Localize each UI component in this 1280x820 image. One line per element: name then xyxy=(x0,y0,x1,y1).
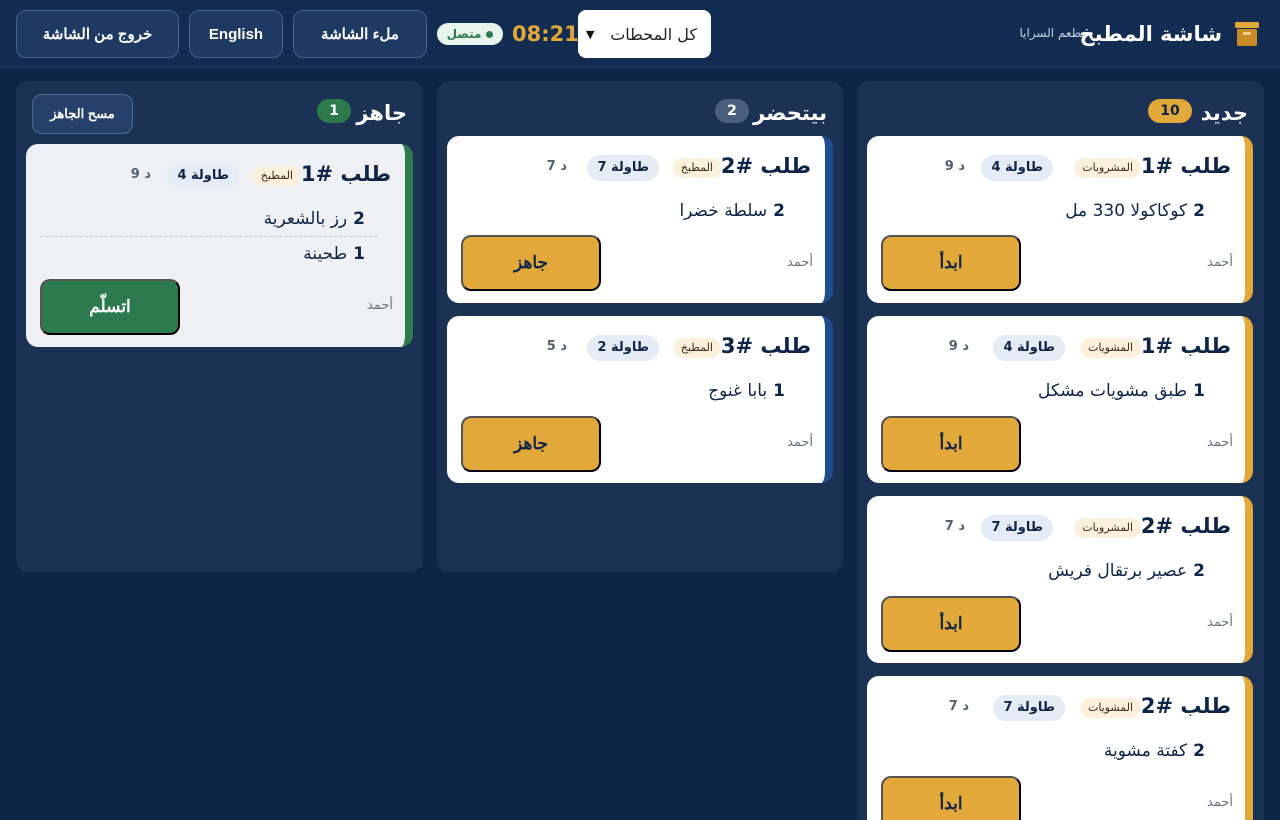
item-qty: 2 xyxy=(1193,741,1205,761)
start-button[interactable]: ابدأ xyxy=(881,235,1021,291)
table-tag: طاولة 7 xyxy=(993,695,1065,721)
table-tag: طاولة 2 xyxy=(587,335,659,361)
item-name: عصير برتقال فريش xyxy=(1048,561,1188,581)
staff-name: أحمد xyxy=(1207,435,1233,450)
item-name: كفتة مشوية xyxy=(1103,741,1188,761)
exit-screen-button[interactable]: خروج من الشاشة xyxy=(16,10,179,58)
order-item: 2كوكاكولا 330 مل xyxy=(1065,199,1205,223)
staff-name: أحمد xyxy=(787,255,813,270)
order-age: 7 د xyxy=(546,159,567,174)
top-header: خروج من الشاشة English ملء الشاشة متصل 0… xyxy=(0,0,1280,68)
status-dot-icon xyxy=(486,30,494,38)
item-name: رز بالشعرية xyxy=(263,209,348,229)
clock: 08:21 xyxy=(512,22,579,46)
start-button[interactable]: ابدأ xyxy=(881,776,1021,820)
column-new-title: جديد xyxy=(1200,101,1248,125)
staff-name: أحمد xyxy=(1207,615,1233,630)
order-title: طلب #1 xyxy=(1140,334,1231,358)
order-age: 5 د xyxy=(546,339,567,354)
station-tag: المشويات xyxy=(1079,338,1141,358)
order-title: طلب #1 xyxy=(1140,154,1231,178)
order-card: طلب #2 المشويات طاولة 7 7 د 2كفتة مشوية … xyxy=(867,676,1253,820)
order-card: طلب #1 المشروبات طاولة 4 9 د 2كوكاكولا 3… xyxy=(867,136,1253,303)
station-tag: المشويات xyxy=(1079,698,1141,718)
kitchen-box-icon xyxy=(1235,22,1259,46)
station-tag: المشروبات xyxy=(1074,518,1141,538)
column-ready-count: 1 xyxy=(317,99,351,123)
order-card: طلب #2 المطبخ طاولة 7 7 د 2سلطة خضرا أحم… xyxy=(447,136,833,303)
delivered-button[interactable]: اتسلّم xyxy=(40,279,180,335)
order-item: 2كفتة مشوية xyxy=(1104,739,1205,763)
item-qty: 1 xyxy=(353,244,365,264)
staff-name: أحمد xyxy=(1207,795,1233,810)
order-age: 9 د xyxy=(130,167,151,182)
station-select-value: كل المحطات xyxy=(610,24,697,44)
staff-name: أحمد xyxy=(367,298,393,313)
staff-name: أحمد xyxy=(1207,255,1233,270)
order-age: 7 د xyxy=(948,699,969,714)
ready-button[interactable]: جاهز xyxy=(461,416,601,472)
restaurant-name: مطعم السرايا xyxy=(1019,26,1088,40)
order-title: طلب #2 xyxy=(1140,694,1231,718)
item-qty: 2 xyxy=(773,201,785,221)
fullscreen-button[interactable]: ملء الشاشة xyxy=(293,10,427,58)
order-item: 2رز بالشعرية xyxy=(264,207,365,231)
order-card: طلب #3 المطبخ طاولة 2 5 د 1بابا غنوج أحم… xyxy=(447,316,833,483)
station-tag: المطبخ xyxy=(672,158,721,178)
station-tag: المشروبات xyxy=(1074,158,1141,178)
item-name: بابا غنوج xyxy=(708,381,768,401)
item-qty: 2 xyxy=(353,209,365,229)
order-item: 1طبق مشويات مشكل xyxy=(1038,379,1205,403)
language-button[interactable]: English xyxy=(189,10,283,58)
order-title: طلب #3 xyxy=(720,334,811,358)
order-age: 9 د xyxy=(948,339,969,354)
order-item: 1بابا غنوج xyxy=(708,379,785,403)
column-new-count: 10 xyxy=(1148,99,1192,123)
order-age: 7 د xyxy=(944,519,965,534)
item-name: سلطة خضرا xyxy=(679,201,768,221)
order-item: 2سلطة خضرا xyxy=(679,199,785,223)
order-title: طلب #2 xyxy=(1140,514,1231,538)
item-name: كوكاكولا 330 مل xyxy=(1065,201,1188,221)
item-qty: 1 xyxy=(1193,381,1205,401)
order-item: 1طحينة xyxy=(303,242,365,266)
table-tag: طاولة 4 xyxy=(981,155,1053,181)
connection-status-badge: متصل xyxy=(437,23,503,45)
staff-name: أحمد xyxy=(787,435,813,450)
station-select[interactable]: ▼ كل المحطات xyxy=(578,10,711,58)
start-button[interactable]: ابدأ xyxy=(881,416,1021,472)
table-tag: طاولة 4 xyxy=(167,163,239,189)
clear-ready-button[interactable]: مسح الجاهز xyxy=(32,94,133,134)
table-tag: طاولة 7 xyxy=(587,155,659,181)
start-button[interactable]: ابدأ xyxy=(881,596,1021,652)
table-tag: طاولة 4 xyxy=(993,335,1065,361)
ready-button[interactable]: جاهز xyxy=(461,235,601,291)
station-tag: المطبخ xyxy=(672,338,721,358)
item-name: طبق مشويات مشكل xyxy=(1038,381,1188,401)
page-title: شاشة المطبخ xyxy=(1079,22,1222,46)
order-title: طلب #2 xyxy=(720,154,811,178)
item-qty: 1 xyxy=(773,381,785,401)
order-card: طلب #1 المطبخ طاولة 4 9 د 2رز بالشعرية 1… xyxy=(26,144,413,347)
item-divider xyxy=(40,236,377,237)
station-tag: المطبخ xyxy=(252,166,301,186)
column-preparing-count: 2 xyxy=(715,99,749,123)
connection-status-label: متصل xyxy=(446,27,482,41)
column-preparing-title: بيتحضر xyxy=(753,101,827,125)
order-card: طلب #1 المشويات طاولة 4 9 د 1طبق مشويات … xyxy=(867,316,1253,483)
table-tag: طاولة 7 xyxy=(981,515,1053,541)
order-age: 9 د xyxy=(944,159,965,174)
item-qty: 2 xyxy=(1193,561,1205,581)
item-name: طحينة xyxy=(303,244,348,264)
order-card: طلب #2 المشروبات طاولة 7 7 د 2عصير برتقا… xyxy=(867,496,1253,663)
chevron-down-icon: ▼ xyxy=(586,27,595,41)
column-ready-title: جاهز xyxy=(356,101,407,125)
item-qty: 2 xyxy=(1193,201,1205,221)
order-item: 2عصير برتقال فريش xyxy=(1048,559,1205,583)
order-title: طلب #1 xyxy=(300,162,391,186)
